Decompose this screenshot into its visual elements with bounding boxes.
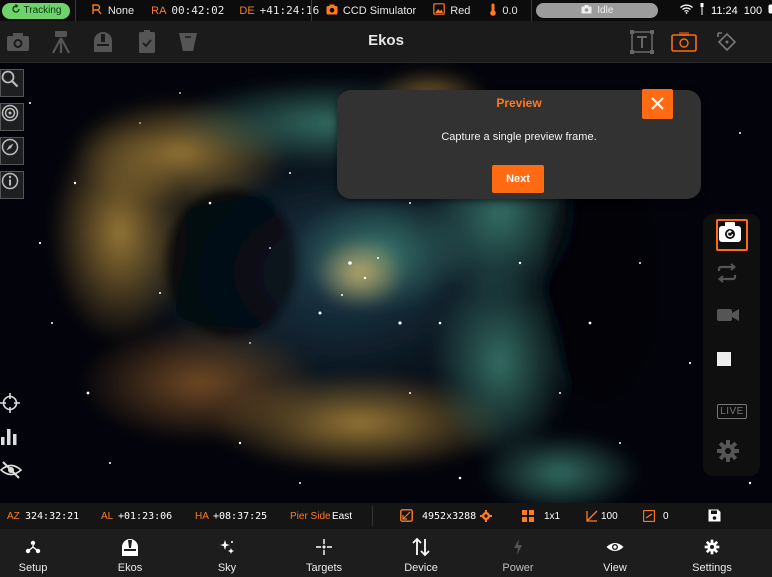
page-title: Ekos xyxy=(368,32,404,49)
nav-device-label: Device xyxy=(404,562,438,574)
gear-icon xyxy=(664,538,760,556)
nav-sky-label: Sky xyxy=(217,562,237,574)
thermometer-icon xyxy=(489,3,497,19)
tooltip-next-button[interactable]: Next xyxy=(492,165,544,193)
crosshair-toggle[interactable] xyxy=(0,393,26,423)
tooltip-close-button[interactable] xyxy=(642,89,673,119)
nav-power[interactable]: Power xyxy=(470,529,566,577)
save-icon[interactable] xyxy=(708,509,721,525)
resolution-settings-icon[interactable] xyxy=(480,510,492,525)
text-overlay-icon[interactable] xyxy=(629,29,655,55)
ra-label: RA xyxy=(151,4,167,17)
mount-info-bar: AZ 324:32:21 AL +01:23:06 HA +08:37:25 P… xyxy=(0,503,772,529)
tracking-status-badge[interactable]: Tracking xyxy=(2,2,70,19)
nav-settings-label: Settings xyxy=(692,562,732,574)
clock-time: 11:24 xyxy=(711,4,738,17)
capture-status: Idle xyxy=(597,5,614,16)
nav-setup[interactable]: Setup xyxy=(0,529,81,577)
module-toolbar: Ekos xyxy=(0,21,772,63)
camera-icon xyxy=(326,4,338,18)
temperature-value: 0.0 xyxy=(502,4,518,17)
nav-targets-label: Targets xyxy=(305,562,343,574)
status-bar: Tracking None RA 00:42:02 DE +41:24:16 C… xyxy=(0,0,772,21)
de-label: DE xyxy=(239,4,255,17)
battery-icon xyxy=(768,4,772,17)
gain-icon xyxy=(586,510,598,525)
az-label: AZ xyxy=(7,511,20,522)
nav-view[interactable]: View xyxy=(567,529,663,577)
ha-value: +08:37:25 xyxy=(213,511,268,522)
live-label: LIVE xyxy=(717,403,747,419)
nav-ekos-label: Ekos xyxy=(117,562,143,574)
filter-icon xyxy=(433,3,445,18)
camera-icon xyxy=(581,4,592,17)
al-label: AL xyxy=(101,511,114,522)
live-stack-button[interactable]: LIVE xyxy=(716,395,748,427)
bottom-navigation: Setup Ekos Sky Targets Device Power View… xyxy=(0,529,772,577)
zoom-tool[interactable] xyxy=(0,69,24,97)
sky-icon xyxy=(179,538,275,556)
loop-capture-button[interactable] xyxy=(716,263,748,295)
nav-ekos[interactable]: Ekos xyxy=(82,529,178,577)
nav-view-label: View xyxy=(603,562,627,574)
refresh-icon xyxy=(11,4,21,17)
close-icon xyxy=(651,94,664,115)
wifi-icon xyxy=(680,4,693,17)
rotate-tag-icon[interactable] xyxy=(714,29,740,55)
setup-icon xyxy=(0,538,81,556)
device-icon xyxy=(373,537,469,557)
nav-device[interactable]: Device xyxy=(373,529,469,577)
histogram-toggle[interactable] xyxy=(0,427,26,457)
ha-label: HA xyxy=(195,511,209,522)
target-tool[interactable] xyxy=(0,103,24,131)
park-icon xyxy=(91,3,103,18)
binning-value: 1x1 xyxy=(544,511,561,522)
image-resolution: 4952x3288 xyxy=(422,511,477,522)
battery-level: 100 xyxy=(743,4,763,17)
capture-status-badge: Idle xyxy=(536,3,659,18)
capture-controls-panel: LIVE xyxy=(703,214,760,476)
frame-preview-icon[interactable] xyxy=(671,29,697,55)
az-value: 324:32:21 xyxy=(25,511,80,522)
usb-icon xyxy=(699,3,705,18)
compass-tool[interactable] xyxy=(0,137,24,165)
al-value: +01:23:06 xyxy=(118,511,173,522)
visibility-toggle[interactable] xyxy=(0,461,26,491)
stop-button[interactable] xyxy=(716,351,748,383)
targets-icon xyxy=(276,538,372,556)
pier-side-value: East xyxy=(332,511,353,522)
offset-value: 0 xyxy=(663,511,669,522)
tracking-label: Tracking xyxy=(23,5,62,16)
nav-sky[interactable]: Sky xyxy=(179,529,275,577)
tutorial-tooltip: Preview Capture a single preview frame. … xyxy=(337,89,701,199)
nav-power-label: Power xyxy=(502,562,534,574)
video-record-button[interactable] xyxy=(716,307,748,339)
gain-value: 100 xyxy=(601,511,618,522)
tooltip-body: Capture a single preview frame. xyxy=(441,131,597,143)
power-icon xyxy=(470,538,566,556)
ra-value: 00:42:02 xyxy=(171,4,225,17)
camera-name: CCD Simulator xyxy=(342,4,417,17)
eye-icon xyxy=(567,538,663,556)
capture-settings-button[interactable] xyxy=(716,439,748,471)
info-tool[interactable] xyxy=(0,171,24,199)
nav-targets[interactable]: Targets xyxy=(276,529,372,577)
filter-name: Red xyxy=(450,4,471,17)
nav-setup-label: Setup xyxy=(18,562,48,574)
nav-settings[interactable]: Settings xyxy=(664,529,760,577)
binning-icon xyxy=(522,510,534,525)
image-size-icon xyxy=(400,509,413,525)
offset-icon xyxy=(643,510,655,525)
park-status: None xyxy=(107,4,135,17)
preview-capture-button[interactable] xyxy=(716,219,748,251)
pier-side-label: Pier Side xyxy=(290,511,331,522)
ekos-icon xyxy=(82,538,178,556)
